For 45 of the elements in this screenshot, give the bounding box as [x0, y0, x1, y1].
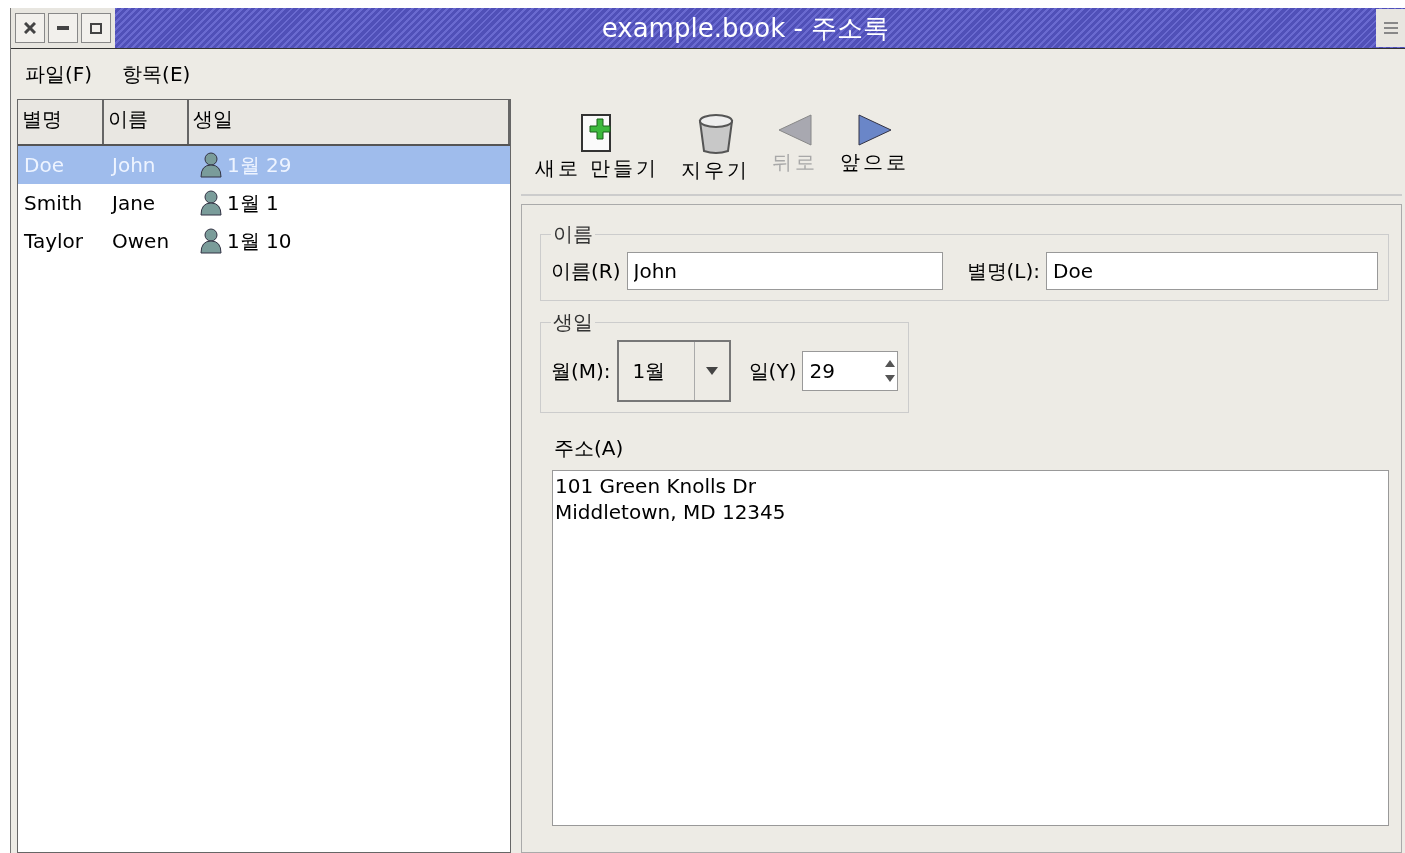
- table-cell: 1월 10: [227, 227, 292, 255]
- table-cell-text: Taylor: [23, 229, 84, 253]
- window-title: example.book - 주소록: [600, 11, 891, 45]
- close-button[interactable]: [15, 13, 45, 43]
- toolbar-button[interactable]: 앞으로: [836, 113, 914, 184]
- menu-item[interactable]: 파일(F): [23, 56, 95, 92]
- list-row[interactable]: Smith Jane 1월 1: [18, 184, 510, 222]
- address-field[interactable]: 101 Green Knolls Dr Middletown, MD 12345: [552, 470, 1389, 826]
- menu-icon: [1384, 22, 1398, 34]
- left-arrow-icon: [777, 113, 814, 147]
- right-arrow-icon: [856, 113, 893, 147]
- field-label: 주소(A): [554, 435, 625, 462]
- minimize-icon: [57, 26, 69, 30]
- group-title: 생일: [552, 309, 594, 336]
- table-cell-text: John: [110, 153, 157, 177]
- day-spinbox[interactable]: 29: [802, 351, 899, 391]
- toolbar-button[interactable]: 새로 만들기: [531, 113, 664, 184]
- window-menu-button[interactable]: [1376, 9, 1405, 47]
- field-label: 일(Y): [748, 357, 797, 385]
- month-dropdown[interactable]: 1월: [616, 340, 731, 402]
- field-label: 별명(L):: [966, 257, 1040, 285]
- caret-down-icon: [705, 367, 718, 375]
- group-title: 이름: [552, 221, 594, 248]
- close-icon: [24, 22, 36, 34]
- column-header[interactable]: 별명: [18, 100, 104, 144]
- column-header[interactable]: 이름: [104, 100, 189, 144]
- maximize-icon: [90, 22, 102, 34]
- toolbar-button[interactable]: 지우기: [677, 113, 755, 184]
- table-cell-text: Owen: [111, 229, 171, 253]
- nickname-field[interactable]: Doe: [1046, 252, 1378, 290]
- field-label: 월(M):: [551, 357, 611, 385]
- table-cell-text: Doe: [23, 153, 65, 177]
- field-label: 이름(R): [551, 257, 621, 285]
- column-header[interactable]: 생일: [189, 100, 510, 144]
- person-icon: [199, 228, 223, 254]
- menu-item[interactable]: 항목(E): [120, 56, 193, 92]
- table-cell-text: Smith: [23, 191, 84, 215]
- person-icon: [199, 190, 223, 216]
- table-cell-text: Jane: [110, 191, 157, 215]
- table-cell: 1월 1: [227, 189, 279, 217]
- list-row[interactable]: Taylor Owen 1월 10: [18, 222, 510, 260]
- maximize-button[interactable]: [81, 13, 111, 43]
- minimize-button[interactable]: [48, 13, 78, 43]
- table-cell: 1월 29: [227, 151, 292, 179]
- person-icon: [199, 152, 223, 178]
